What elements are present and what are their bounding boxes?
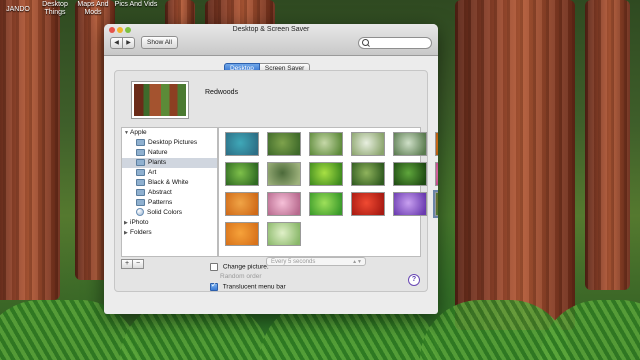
wallpaper-thumbnail[interactable] <box>267 162 301 186</box>
source-item-label: Folders <box>130 229 152 236</box>
tree-trunk <box>585 0 630 290</box>
folder-icon <box>136 158 145 166</box>
wallpaper-thumbnail[interactable] <box>393 132 427 156</box>
search-field[interactable] <box>358 37 432 49</box>
forward-button[interactable]: ▶ <box>122 37 135 49</box>
change-picture-option[interactable]: Change picture: <box>210 263 269 271</box>
wallpaper-thumbnail[interactable] <box>433 190 438 218</box>
source-list: ▼Apple Desktop Pictures Nature Plants Art Bla… <box>121 127 218 257</box>
desktop-icon-label: JANDO <box>6 6 30 13</box>
random-order-option: Random order <box>220 273 262 280</box>
wallpaper-thumbnail[interactable] <box>267 222 301 246</box>
desktop-icon-label: Maps And Mods <box>77 1 109 16</box>
desktop-icon-desktop-things[interactable]: Desktop Things <box>38 1 72 17</box>
source-item-patterns[interactable]: Patterns <box>122 198 217 208</box>
source-item-label: Desktop Pictures <box>148 139 198 146</box>
add-folder-button[interactable]: + <box>121 259 133 269</box>
source-item-desktop-pictures[interactable]: Desktop Pictures <box>122 138 217 148</box>
folder-icon <box>136 138 145 146</box>
folder-icon <box>136 178 145 186</box>
source-item-label: iPhoto <box>130 219 149 226</box>
desktop-icon-jando[interactable]: JANDO <box>2 6 34 14</box>
wallpaper-thumbnail[interactable] <box>225 222 259 246</box>
chevron-down-icon: ▲▼ <box>352 259 362 265</box>
help-button[interactable]: ? <box>408 274 420 286</box>
add-remove-buttons: + − <box>121 259 144 269</box>
source-item-label: Art <box>148 169 157 176</box>
wallpaper-thumbnail[interactable] <box>435 132 438 156</box>
window-title: Desktop & Screen Saver <box>232 26 310 33</box>
source-item-label: Solid Colors <box>147 209 183 216</box>
desktop-icon-label: Pics And Vids <box>114 1 158 8</box>
source-item-plants[interactable]: Plants <box>122 158 217 168</box>
source-item-abstract[interactable]: Abstract <box>122 188 217 198</box>
chevron-left-icon: ◀ <box>114 40 119 46</box>
color-swatch-icon <box>136 208 144 217</box>
source-item-apple[interactable]: ▼Apple <box>122 128 217 138</box>
wallpaper-thumbnail[interactable] <box>225 162 259 186</box>
source-item-solid-colors[interactable]: Solid Colors <box>122 208 217 218</box>
remove-folder-button[interactable]: − <box>133 259 144 269</box>
source-item-art[interactable]: Art <box>122 168 217 178</box>
folder-icon <box>136 168 145 176</box>
desktop-icon-label: Desktop Things <box>42 1 68 16</box>
folder-icon <box>136 188 145 196</box>
wallpaper-thumbnail[interactable] <box>351 132 385 156</box>
change-picture-checkbox[interactable] <box>210 263 218 271</box>
change-interval-value: Every 5 seconds <box>271 259 316 265</box>
wallpaper-thumbnail[interactable] <box>225 192 259 216</box>
translucent-menu-bar-option[interactable]: Translucent menu bar <box>210 281 286 291</box>
wallpaper-thumbnail[interactable] <box>309 162 343 186</box>
wallpaper-thumbnail[interactable] <box>309 192 343 216</box>
translucent-menu-bar-label: Translucent menu bar <box>222 283 286 291</box>
source-item-nature[interactable]: Nature <box>122 148 217 158</box>
current-picture-name: Redwoods <box>205 89 239 96</box>
thumbnail-grid <box>218 127 438 257</box>
folder-icon <box>136 198 145 206</box>
folder-icon <box>136 148 145 156</box>
source-item-iphoto[interactable]: ▶ iPhoto <box>122 218 217 228</box>
desktop-icon-maps-and-mods[interactable]: Maps And Mods <box>76 1 110 17</box>
current-picture-preview <box>131 81 189 119</box>
show-all-button[interactable]: Show All <box>141 36 178 49</box>
wallpaper-thumbnail[interactable] <box>267 132 301 156</box>
random-order-label: Random order <box>220 273 262 280</box>
source-item-black-white[interactable]: Black & White <box>122 178 217 188</box>
source-item-folders[interactable]: ▶ Folders <box>122 228 217 238</box>
source-item-label: Abstract <box>148 189 172 196</box>
desktop-icon-pics-and-vids[interactable]: Pics And Vids <box>114 1 158 9</box>
wallpaper-thumbnail[interactable] <box>351 192 385 216</box>
wallpaper-thumbnail[interactable] <box>267 192 301 216</box>
chevron-right-icon: ▶ <box>126 40 131 46</box>
help-icon: ? <box>411 276 417 283</box>
source-item-label: Black & White <box>148 179 189 186</box>
window-titlebar[interactable]: Desktop & Screen Saver ◀ ▶ Show All <box>104 24 438 56</box>
source-item-label: Nature <box>148 149 168 156</box>
search-icon <box>362 39 369 46</box>
wallpaper-thumbnail[interactable] <box>393 192 427 216</box>
preferences-window: Desktop & Screen Saver ◀ ▶ Show All Desk… <box>104 24 438 314</box>
change-interval-select[interactable]: Every 5 seconds ▲▼ <box>266 257 366 266</box>
tree-trunk <box>0 0 60 300</box>
current-picture-image <box>134 84 186 116</box>
wallpaper-thumbnail[interactable] <box>309 132 343 156</box>
wallpaper-thumbnail[interactable] <box>435 162 438 186</box>
source-item-label: Apple <box>130 129 147 136</box>
wallpaper-thumbnail[interactable] <box>351 162 385 186</box>
translucent-menu-bar-checkbox[interactable] <box>210 281 218 291</box>
source-item-label: Patterns <box>148 199 173 206</box>
tree-trunk <box>455 0 575 330</box>
source-item-label: Plants <box>148 159 167 166</box>
change-picture-label: Change picture: <box>222 263 269 271</box>
wallpaper-thumbnail[interactable] <box>225 132 259 156</box>
wallpaper-thumbnail[interactable] <box>393 162 427 186</box>
